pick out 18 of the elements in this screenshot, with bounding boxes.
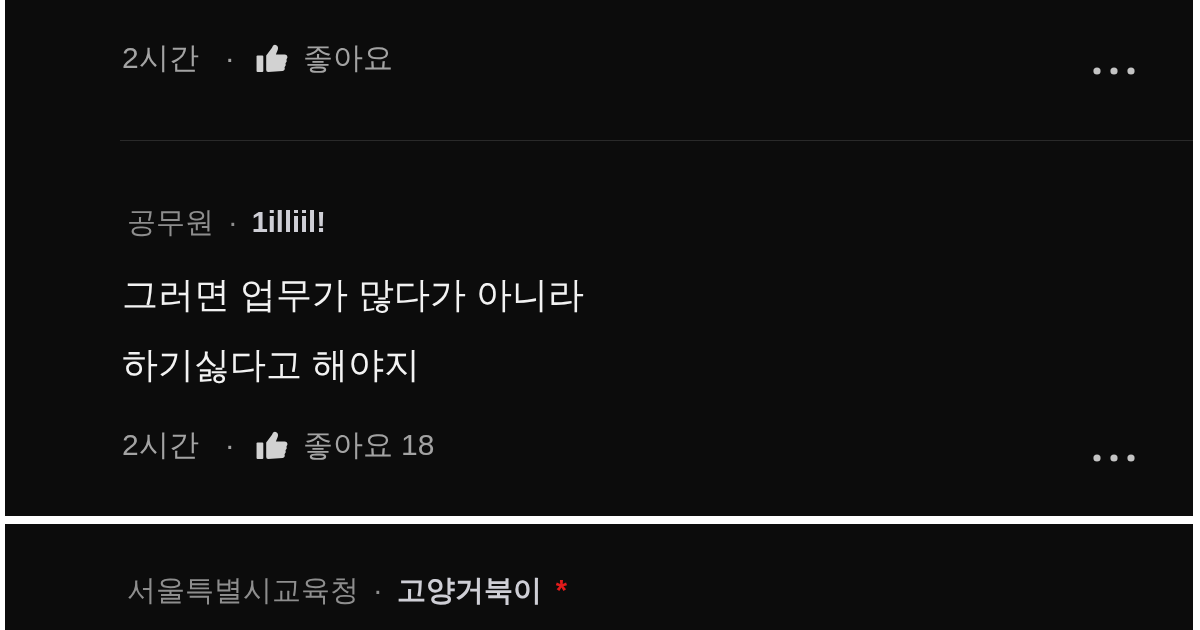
asterisk: * bbox=[555, 575, 567, 605]
separator: · bbox=[224, 430, 235, 460]
like-button[interactable]: 좋아요 18 bbox=[255, 430, 435, 460]
thumbs-up-icon bbox=[255, 44, 288, 72]
author-name[interactable]: 1illiil! bbox=[251, 207, 326, 237]
more-icon[interactable] bbox=[1093, 67, 1135, 75]
timestamp: 2시간 bbox=[122, 430, 199, 460]
separator: · bbox=[373, 575, 383, 605]
separator: · bbox=[224, 43, 235, 73]
author-affiliation: 서울특별시교육청 bbox=[127, 575, 359, 605]
more-icon[interactable] bbox=[1093, 454, 1135, 462]
comment-text: 그러면 업무가 많다가 아니라 하기싫다고 해야지 bbox=[122, 273, 584, 387]
author-affiliation: 공무원 bbox=[127, 207, 214, 237]
thumbs-up-icon bbox=[255, 431, 288, 459]
like-button[interactable]: 좋아요 bbox=[255, 43, 393, 73]
separator: · bbox=[228, 207, 238, 237]
timestamp: 2시간 bbox=[122, 43, 199, 73]
author-name[interactable]: 고양거북이 bbox=[396, 575, 542, 605]
